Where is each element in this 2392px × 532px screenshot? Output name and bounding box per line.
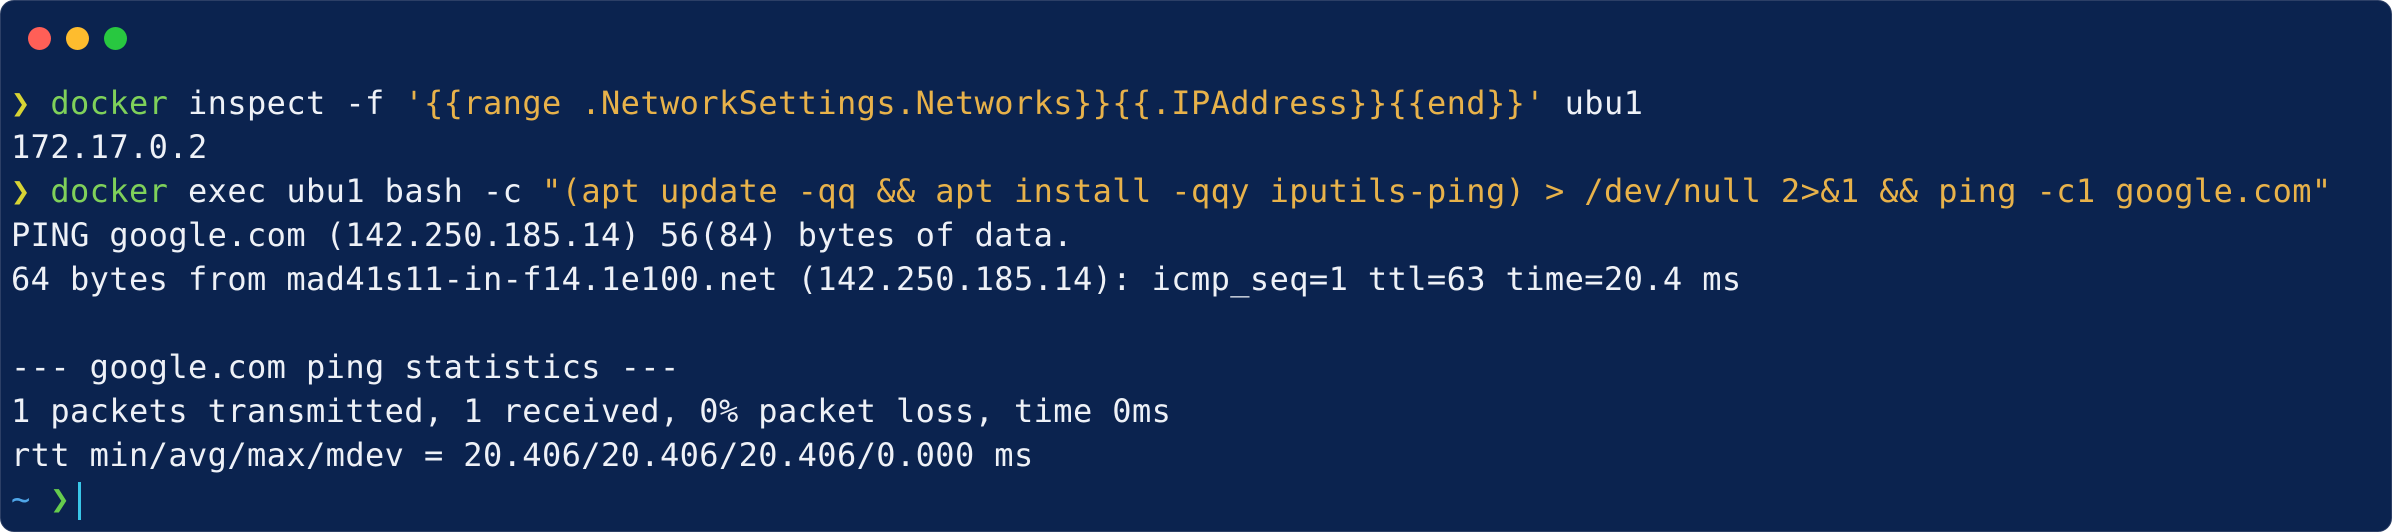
window-controls bbox=[28, 27, 127, 50]
active-prompt-line[interactable]: ~ ❯ bbox=[11, 477, 2381, 521]
command-args: exec ubu1 bash -c bbox=[168, 172, 542, 210]
minimize-window-button[interactable] bbox=[66, 27, 89, 50]
output-line: PING google.com (142.250.185.14) 56(84) … bbox=[11, 216, 1073, 254]
output-line: 1 packets transmitted, 1 received, 0% pa… bbox=[11, 392, 1172, 430]
prompt-chevron-icon: ❯ bbox=[50, 480, 71, 518]
command-args: inspect -f bbox=[168, 84, 405, 122]
maximize-window-button[interactable] bbox=[104, 27, 127, 50]
output-line: 172.17.0.2 bbox=[11, 128, 208, 166]
command-program: docker bbox=[50, 84, 169, 122]
command-string-arg: "(apt update -qq && apt install -qqy ipu… bbox=[542, 172, 2332, 210]
output-line: 64 bytes from mad41s11-in-f14.1e100.net … bbox=[11, 260, 1742, 298]
command-string-arg: '{{range .NetworkSettings.Networks}}{{.I… bbox=[404, 84, 1545, 122]
output-line: rtt min/avg/max/mdev = 20.406/20.406/20.… bbox=[11, 436, 1034, 474]
text-cursor bbox=[78, 482, 82, 520]
prompt-chevron-icon: ❯ bbox=[11, 172, 31, 210]
command-line: ❯ docker inspect -f '{{range .NetworkSet… bbox=[11, 81, 2381, 125]
prompt-chevron-icon: ❯ bbox=[11, 84, 31, 122]
home-directory-indicator: ~ bbox=[11, 480, 31, 518]
terminal-content[interactable]: ❯ docker inspect -f '{{range .NetworkSet… bbox=[11, 81, 2381, 521]
close-window-button[interactable] bbox=[28, 27, 51, 50]
command-program: docker bbox=[50, 172, 169, 210]
command-args-tail: ubu1 bbox=[1544, 84, 1644, 122]
command-line: ❯ docker exec ubu1 bash -c "(apt update … bbox=[11, 169, 2381, 213]
terminal-window: ❯ docker inspect -f '{{range .NetworkSet… bbox=[0, 0, 2392, 532]
output-line: --- google.com ping statistics --- bbox=[11, 348, 680, 386]
